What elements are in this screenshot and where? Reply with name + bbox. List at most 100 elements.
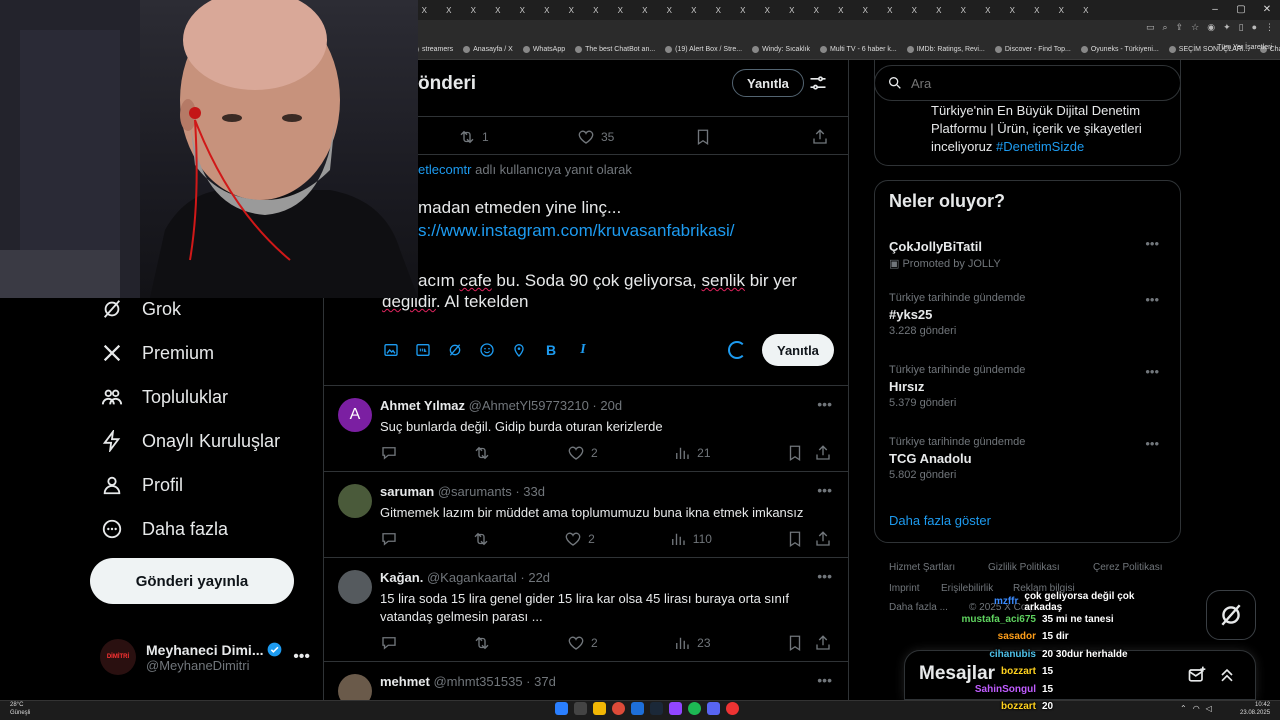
browser-tab[interactable]: X [902, 2, 927, 18]
more-dots-icon[interactable]: ••• [817, 396, 832, 412]
profile-icon[interactable]: ● [1252, 22, 1257, 33]
search-taskbar-icon[interactable] [574, 702, 587, 715]
replying-handle-link[interactable]: etlecomtr [418, 162, 471, 177]
browser-tab[interactable]: X [780, 2, 805, 18]
bookmark-item[interactable]: IMDb: Ratings, Revi... [906, 46, 985, 53]
retweet-button[interactable] [473, 444, 491, 462]
nav-item-onaylı-kuruluşlar[interactable]: Onaylı Kuruluşlar [100, 426, 280, 456]
browser-tab[interactable]: X [1000, 2, 1025, 18]
more-dots-icon[interactable]: ••• [1145, 236, 1159, 251]
obs-icon[interactable] [726, 702, 739, 715]
browser-tab[interactable]: X [1074, 2, 1099, 18]
wifi-icon[interactable]: ◠ [1193, 704, 1200, 713]
steam-icon[interactable] [650, 702, 663, 715]
more-dots-icon[interactable]: ••• [817, 568, 832, 584]
nav-item-daha-fazla[interactable]: Daha fazla [100, 514, 228, 544]
author-name[interactable]: Ahmet Yılmaz [380, 398, 465, 413]
browser-tab[interactable]: X [853, 2, 878, 18]
bookmark-item[interactable]: Multi TV - 6 haber k... [819, 46, 897, 53]
browser-tab[interactable]: X [829, 2, 854, 18]
show-more-link[interactable]: Daha fazla göster [889, 513, 991, 528]
browser-tab[interactable]: X [706, 2, 731, 18]
chrome-icon[interactable] [612, 702, 625, 715]
maximize-button[interactable]: ▢ [1228, 0, 1254, 20]
tweet-time[interactable]: 22d [528, 570, 550, 585]
bookmark-item[interactable]: Anasayfa / X [463, 46, 513, 53]
more-dots-icon[interactable]: ••• [1145, 436, 1159, 451]
extension-icon[interactable]: ◉ [1207, 22, 1215, 33]
like-button[interactable]: 2 [567, 634, 598, 652]
bookmark-star-icon[interactable]: ☆ [1191, 22, 1199, 33]
nav-item-profil[interactable]: Profil [100, 470, 183, 500]
avatar[interactable] [338, 484, 372, 518]
account-switcher[interactable]: DİMİTRİ Meyhaneci Dimi... @MeyhaneDimitr… [100, 636, 310, 678]
clock[interactable]: 10:42 23.08.2025 [1240, 701, 1270, 717]
filter-sliders-icon[interactable] [808, 73, 828, 93]
reply-tweet[interactable]: saruman @sarumants · 33d ••• Gitmemek lazı… [324, 472, 848, 558]
bookmark-button[interactable] [694, 128, 712, 146]
bold-icon[interactable]: B [542, 341, 560, 359]
share-button[interactable] [811, 128, 829, 146]
like-button[interactable]: 35 [577, 128, 614, 146]
reply-tweet[interactable]: Kağan. @Kagankaartal · 22d ••• 15 lira sod… [324, 558, 848, 662]
views-button[interactable]: 110 [669, 530, 712, 548]
browser-tab[interactable]: X [510, 2, 535, 18]
retweet-button[interactable] [472, 530, 490, 548]
post-button[interactable]: Gönderi yayınla [90, 558, 294, 604]
avatar[interactable]: A [338, 398, 372, 432]
browser-tab[interactable]: X [731, 2, 756, 18]
author-handle[interactable]: @AhmetYl59773210 [469, 398, 589, 413]
header-reply-button[interactable]: Yanıtla [732, 69, 804, 97]
image-icon[interactable] [382, 341, 400, 359]
zoom-icon[interactable]: ⌕ [1163, 22, 1168, 33]
browser-tab[interactable]: X [461, 2, 486, 18]
tray-arrow-icon[interactable]: ⌃ [1180, 704, 1187, 713]
browser-tab[interactable]: X [927, 2, 952, 18]
like-button[interactable]: 2 [567, 444, 598, 462]
avatar[interactable] [338, 570, 372, 604]
retweet-button[interactable]: 1 [458, 128, 489, 146]
browser-tab[interactable]: X [878, 2, 903, 18]
location-icon[interactable] [510, 341, 528, 359]
twitch-icon[interactable] [669, 702, 682, 715]
author-name[interactable]: mehmet [380, 674, 430, 689]
browser-tab[interactable]: X [657, 2, 682, 18]
footer-link[interactable]: Çerez Politikası [1093, 562, 1162, 573]
footer-link[interactable]: Hizmet Şartları [889, 562, 955, 573]
share-button[interactable] [814, 634, 832, 652]
bookmark-item[interactable]: The best ChatBot an... [575, 46, 655, 53]
nav-item-premium[interactable]: Premium [100, 338, 214, 368]
browser-tab[interactable]: X [976, 2, 1001, 18]
explorer-icon[interactable] [593, 702, 606, 715]
nav-item-grok[interactable]: Grok [100, 294, 181, 324]
browser-tab[interactable]: X [608, 2, 633, 18]
tweet-time[interactable]: 20d [600, 398, 622, 413]
author-name[interactable]: saruman [380, 484, 434, 499]
views-button[interactable]: 21 [673, 444, 711, 462]
sidepanel-icon[interactable]: ▯ [1239, 22, 1244, 33]
draft-line-3[interactable]: acım cafe bu. Soda 90 çok geliyorsa, sen… [418, 271, 797, 291]
draft-line-1[interactable]: madan etmeden yine linç... [418, 198, 621, 218]
discord-icon[interactable] [707, 702, 720, 715]
extensions-puzzle-icon[interactable]: ✦ [1223, 22, 1231, 33]
reply-button[interactable] [380, 634, 398, 652]
weather-widget[interactable]: 28°C Güneşli [10, 701, 30, 717]
browser-tab[interactable]: X [584, 2, 609, 18]
grok-compose-icon[interactable] [446, 341, 464, 359]
trend-item[interactable]: Türkiye tarihinde gündemde TCG Anadolu 5.8… [889, 436, 1169, 481]
grok-floating-button[interactable] [1206, 590, 1256, 640]
share-button[interactable] [814, 444, 832, 462]
tweet-time[interactable]: 33d [523, 484, 545, 499]
bookmark-button[interactable] [786, 530, 804, 548]
like-button[interactable]: 2 [564, 530, 595, 548]
trend-item[interactable]: Türkiye tarihinde gündemde #yks25 3.228 gö… [889, 292, 1169, 337]
new-message-icon[interactable] [1187, 665, 1207, 685]
browser-tab[interactable]: X [804, 2, 829, 18]
more-dots-icon[interactable]: ••• [1145, 364, 1159, 379]
bookmark-item[interactable]: streamers [412, 46, 453, 53]
gif-icon[interactable] [414, 341, 432, 359]
browser-tab[interactable]: X [535, 2, 560, 18]
volume-icon[interactable]: ◁ [1206, 704, 1212, 713]
all-bookmarks-link[interactable]: Tüm Yer İşaretleri [1217, 44, 1272, 51]
spotify-icon[interactable] [688, 702, 701, 715]
